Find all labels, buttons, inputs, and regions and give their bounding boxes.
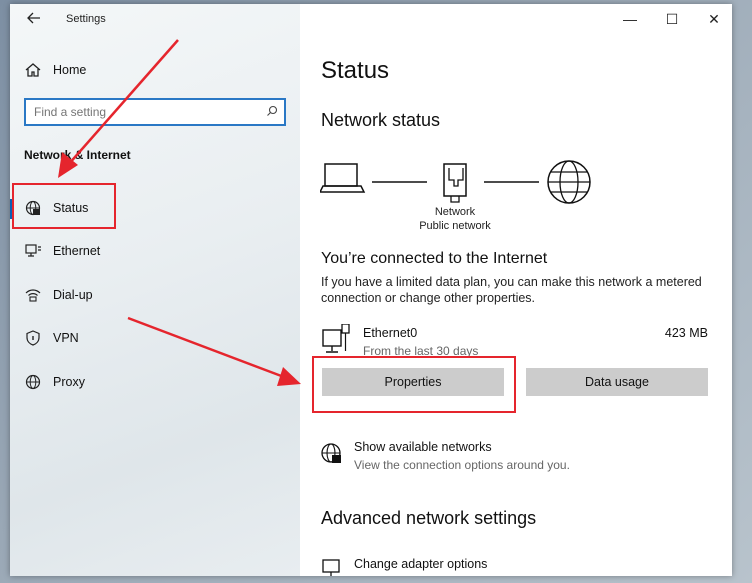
connection-description: If you have a limited data plan, you can… xyxy=(321,275,702,305)
vpn-shield-icon xyxy=(26,330,40,346)
section-heading: Network & Internet xyxy=(24,148,131,162)
sidebar-item-vpn[interactable]: VPN xyxy=(10,321,300,355)
laptop-icon xyxy=(320,163,366,193)
connected-heading: You’re connected to the Internet xyxy=(321,250,548,267)
show-networks-subtitle: View the connection options around you. xyxy=(354,458,570,472)
sidebar-item-ethernet[interactable]: Ethernet xyxy=(10,234,300,268)
network-caption: Network Public network xyxy=(400,205,510,233)
network-type: Public network xyxy=(419,220,491,232)
ethernet-icon xyxy=(25,244,41,257)
ethernet-adapter-icon xyxy=(322,324,350,353)
network-status-heading: Network status xyxy=(321,110,441,130)
data-usage-button[interactable]: Data usage xyxy=(526,368,708,396)
network-name: Network xyxy=(434,206,476,218)
status-highlight-box xyxy=(12,183,116,229)
sidebar: Settings Home Network & Internet Status … xyxy=(10,4,300,576)
home-icon xyxy=(25,63,41,77)
router-icon xyxy=(443,163,467,203)
internet-globe-icon xyxy=(547,160,591,204)
dialup-icon xyxy=(25,289,41,302)
change-adapter-icon[interactable] xyxy=(320,557,344,576)
minimize-button[interactable]: — xyxy=(616,8,644,30)
show-networks-icon[interactable] xyxy=(320,442,344,466)
main-content: — ☐ ✕ Status Network status Network Publ… xyxy=(300,4,732,576)
settings-window: Settings Home Network & Internet Status … xyxy=(10,4,732,576)
sidebar-item-label: Home xyxy=(53,63,87,77)
search-icon[interactable] xyxy=(266,105,278,117)
advanced-settings-heading: Advanced network settings xyxy=(321,508,537,528)
sidebar-item-dialup[interactable]: Dial-up xyxy=(10,278,300,312)
sidebar-item-home[interactable]: Home xyxy=(10,53,300,87)
adapter-name: Ethernet0 xyxy=(363,326,418,340)
close-button[interactable]: ✕ xyxy=(700,8,728,30)
adapter-usage: 423 MB xyxy=(664,326,708,340)
sidebar-item-label: Dial-up xyxy=(53,288,93,302)
search-box[interactable] xyxy=(24,98,286,126)
sidebar-item-label: VPN xyxy=(53,331,79,345)
show-networks-link[interactable]: Show available networks xyxy=(354,440,492,454)
back-arrow-icon[interactable] xyxy=(24,10,44,30)
sidebar-item-proxy[interactable]: Proxy xyxy=(10,365,300,399)
page-title: Status xyxy=(321,57,390,84)
search-input[interactable] xyxy=(26,100,251,124)
sidebar-item-label: Proxy xyxy=(53,375,85,389)
properties-highlight-box xyxy=(312,356,516,413)
app-title: Settings xyxy=(66,13,106,25)
maximize-button[interactable]: ☐ xyxy=(658,8,686,30)
sidebar-item-label: Ethernet xyxy=(53,244,101,258)
globe-icon xyxy=(25,374,41,390)
change-adapter-link[interactable]: Change adapter options xyxy=(354,557,487,571)
